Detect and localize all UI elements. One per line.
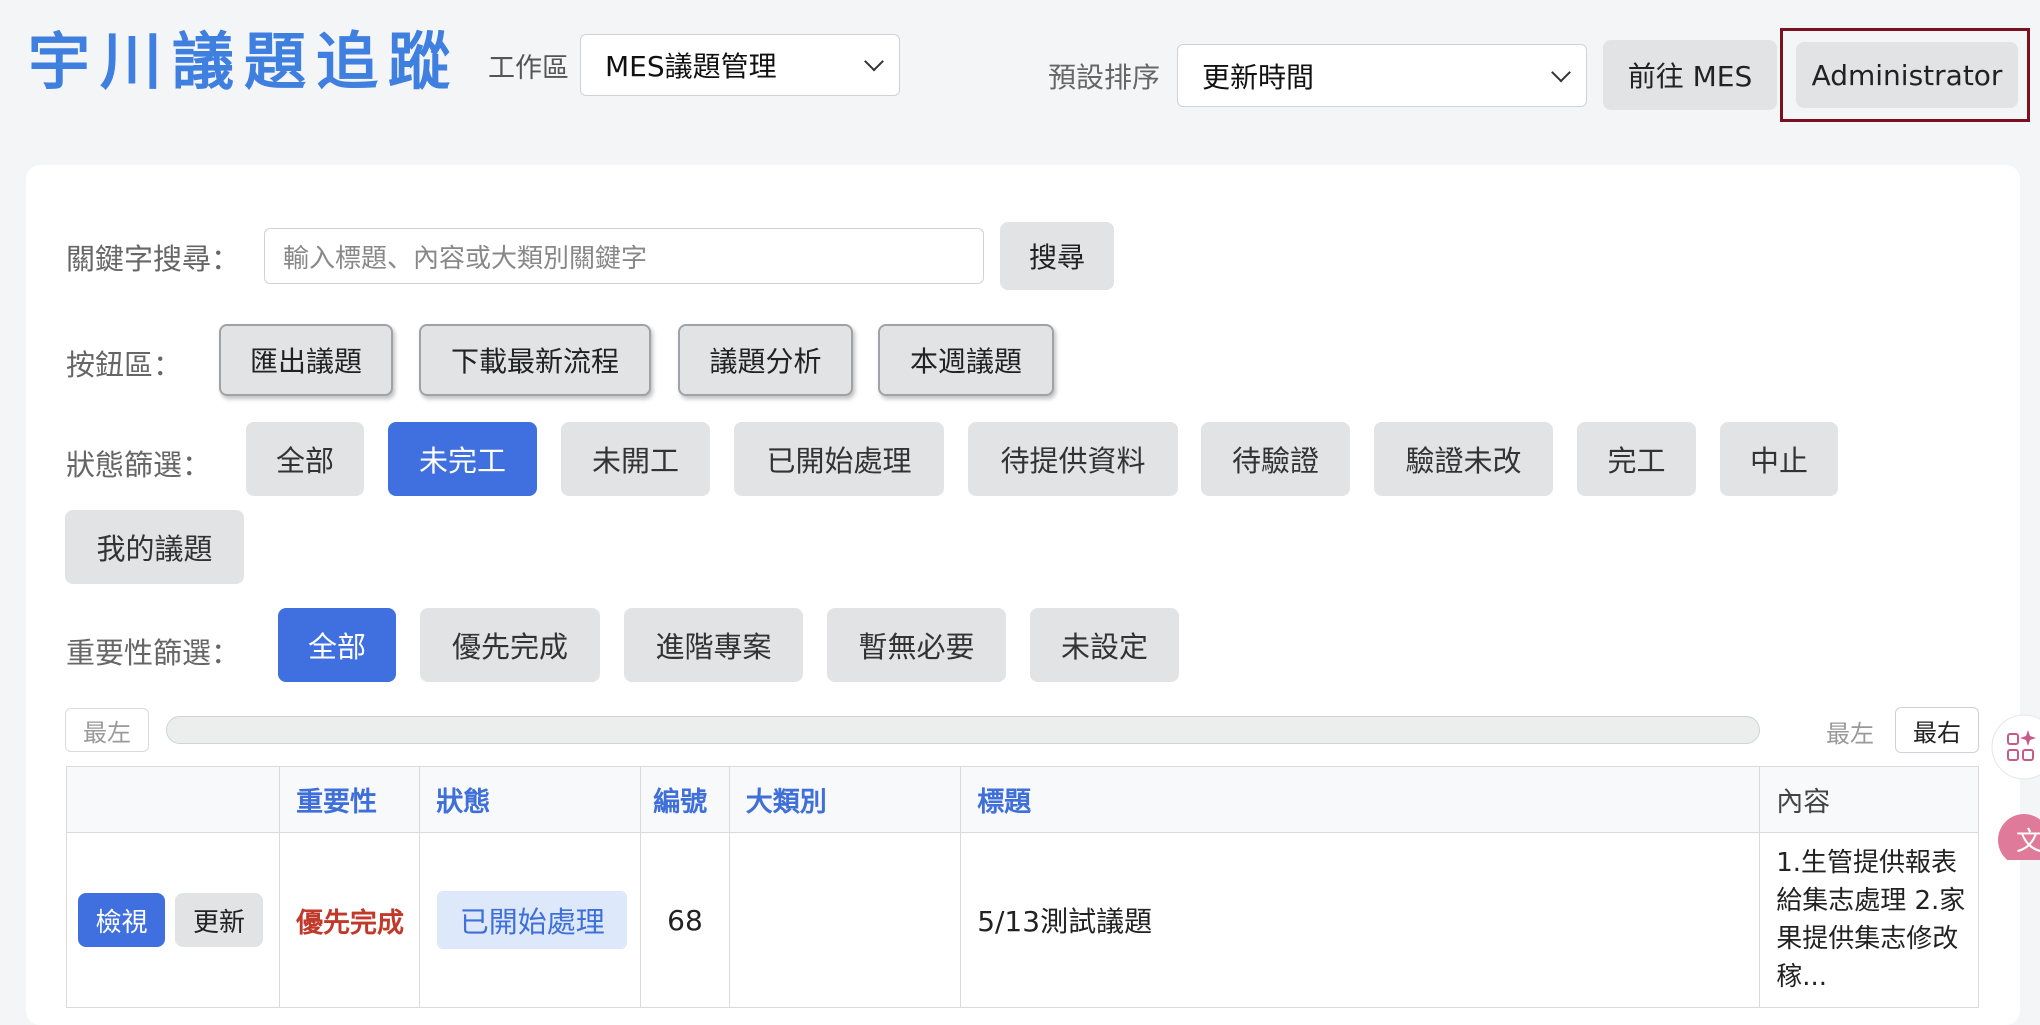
apps-sparkle-icon[interactable] bbox=[1991, 714, 2040, 780]
translate-icon[interactable]: 文 bbox=[1998, 814, 2040, 866]
priority-chip-unset[interactable]: 未設定 bbox=[1030, 608, 1179, 682]
chevron-down-icon bbox=[864, 51, 884, 72]
floating-icons-svg: 文 bbox=[1991, 714, 2040, 866]
col-header-category[interactable]: 大類別 bbox=[728, 766, 962, 833]
status-chip-awaiting-verify[interactable]: 待驗證 bbox=[1201, 422, 1350, 496]
status-chip-awaiting-data[interactable]: 待提供資料 bbox=[968, 422, 1178, 496]
table-header-row: 重要性 狀態 編號 大類別 標題 內容 bbox=[66, 766, 1979, 833]
priority-chip-all[interactable]: 全部 bbox=[278, 608, 396, 682]
category-cell bbox=[728, 832, 962, 1008]
weekly-issues-button[interactable]: 本週議題 bbox=[878, 324, 1054, 396]
update-button[interactable]: 更新 bbox=[175, 893, 263, 947]
number-cell: 68 bbox=[640, 832, 730, 1008]
issues-table: 重要性 狀態 編號 大類別 標題 內容 檢視 更新 優先完成 已開始處理 68 5… bbox=[66, 766, 1979, 1016]
status-filter-label: 狀態篩選： bbox=[66, 448, 212, 482]
user-button[interactable]: Administrator bbox=[1796, 42, 2018, 108]
priority-filter-label: 重要性篩選： bbox=[66, 636, 241, 670]
actions-label: 按鈕區： bbox=[66, 348, 183, 382]
goto-mes-button[interactable]: 前往 MES bbox=[1603, 40, 1777, 110]
table-row: 檢視 更新 優先完成 已開始處理 68 5/13測試議題 1.生管提供報表給集志處… bbox=[66, 832, 1979, 1008]
scroll-leftmost-label: 最左 bbox=[1826, 720, 1874, 748]
sort-select-value: 更新時間 bbox=[1202, 60, 1315, 94]
app-title: 宇川議題追蹤 bbox=[28, 25, 461, 98]
priority-chip-advanced[interactable]: 進階專案 bbox=[624, 608, 803, 682]
workspace-label: 工作區 bbox=[488, 53, 569, 84]
priority-chip-priority[interactable]: 優先完成 bbox=[420, 608, 600, 682]
download-flow-button[interactable]: 下載最新流程 bbox=[419, 324, 651, 396]
col-header-number[interactable]: 編號 bbox=[640, 766, 730, 833]
scroll-rightmost-button[interactable]: 最右 bbox=[1895, 707, 1979, 753]
content-cell: 1.生管提供報表給集志處理 2.家果提供集志修改稼... bbox=[1759, 832, 1979, 1008]
status-chip-not-started[interactable]: 未開工 bbox=[561, 422, 710, 496]
title-cell: 5/13測試議題 bbox=[960, 832, 1761, 1008]
floating-tools: 文 bbox=[1990, 700, 2040, 866]
row-actions-cell: 檢視 更新 bbox=[66, 832, 281, 1008]
sort-select[interactable]: 更新時間 bbox=[1177, 44, 1587, 107]
status-chip-incomplete[interactable]: 未完工 bbox=[388, 422, 537, 496]
status-chip-my-issues[interactable]: 我的議題 bbox=[65, 510, 244, 584]
status-chip-stopped[interactable]: 中止 bbox=[1720, 422, 1838, 496]
status-chip-all[interactable]: 全部 bbox=[246, 422, 364, 496]
view-button[interactable]: 檢視 bbox=[78, 893, 165, 947]
export-issues-button[interactable]: 匯出議題 bbox=[219, 324, 393, 396]
search-label: 關鍵字搜尋： bbox=[66, 242, 241, 276]
col-header-actions bbox=[66, 766, 281, 833]
scroll-leftmost-button[interactable]: 最左 bbox=[65, 708, 149, 752]
status-chip-verify-unchanged[interactable]: 驗證未改 bbox=[1374, 422, 1553, 496]
issue-analysis-button[interactable]: 議題分析 bbox=[678, 324, 853, 396]
svg-text:文: 文 bbox=[2016, 827, 2040, 857]
chevron-down-icon bbox=[1551, 62, 1571, 82]
col-header-content: 內容 bbox=[1759, 766, 1979, 833]
status-chip-in-progress[interactable]: 已開始處理 bbox=[734, 422, 944, 496]
status-cell: 已開始處理 bbox=[419, 832, 642, 1008]
priority-chip-unnecessary[interactable]: 暫無必要 bbox=[827, 608, 1006, 682]
top-bar: 宇川議題追蹤 工作區 MES議題管理 預設排序 更新時間 前往 MES Admi… bbox=[0, 0, 2040, 150]
col-header-status[interactable]: 狀態 bbox=[419, 766, 642, 833]
workspace-select[interactable]: MES議題管理 bbox=[580, 34, 900, 96]
col-header-priority[interactable]: 重要性 bbox=[279, 766, 421, 833]
search-input[interactable]: 輸入標題、內容或大類別關鍵字 bbox=[264, 228, 984, 284]
status-badge: 已開始處理 bbox=[437, 891, 628, 949]
sort-label: 預設排序 bbox=[1048, 61, 1161, 94]
search-button[interactable]: 搜尋 bbox=[1000, 222, 1114, 290]
horizontal-scrollbar[interactable] bbox=[166, 716, 1760, 744]
status-chip-done[interactable]: 完工 bbox=[1577, 422, 1696, 496]
workspace-select-value: MES議題管理 bbox=[605, 50, 777, 83]
col-header-title[interactable]: 標題 bbox=[960, 766, 1761, 833]
priority-cell: 優先完成 bbox=[279, 832, 421, 1008]
